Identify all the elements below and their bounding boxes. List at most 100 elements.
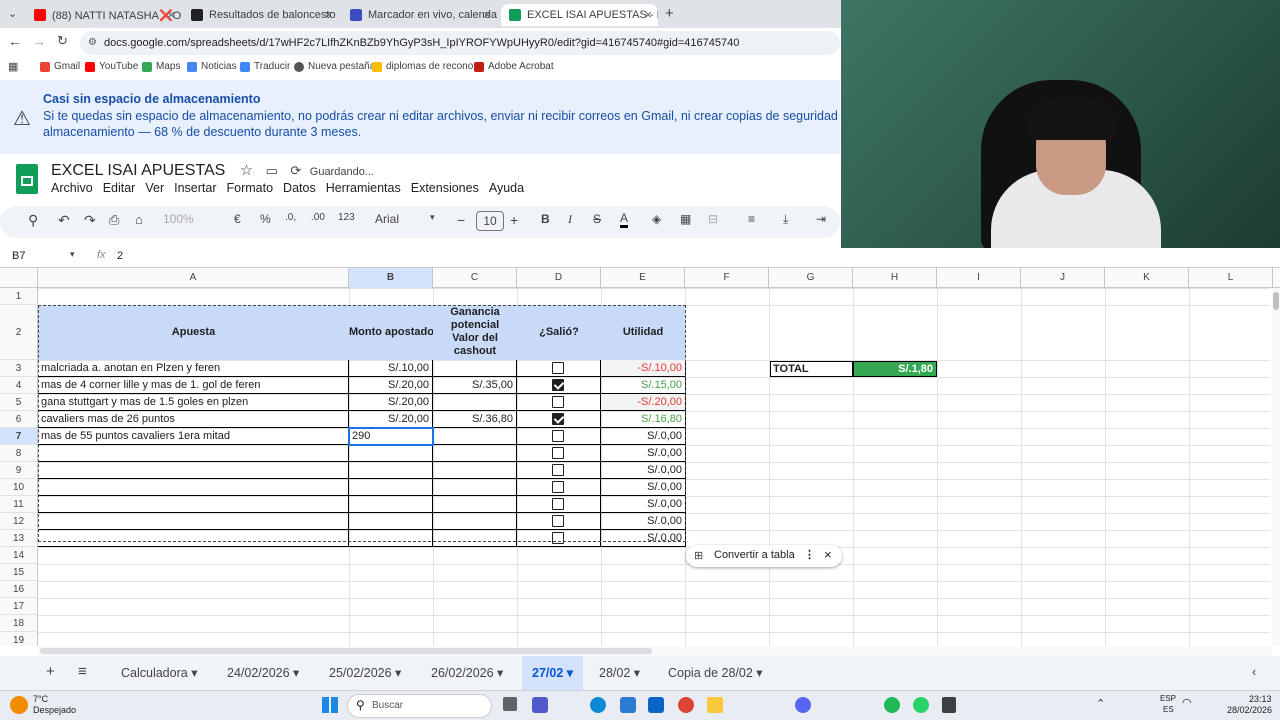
scrollbar-thumb[interactable] xyxy=(1273,292,1279,310)
fill-color-icon[interactable]: ◈ xyxy=(652,212,661,226)
undo-icon[interactable]: ↶ xyxy=(58,212,70,229)
name-box[interactable]: B7 xyxy=(12,250,25,262)
row-header[interactable]: 12 xyxy=(0,513,38,530)
bookmark-diplomas[interactable]: diplomas de recono... xyxy=(372,61,482,72)
chevron-down-icon[interactable]: ▾ xyxy=(430,212,435,223)
row-header[interactable]: 16 xyxy=(0,581,38,598)
convert-to-table-label[interactable]: Convertir a tabla xyxy=(714,549,795,561)
bookmark-maps[interactable]: Maps xyxy=(142,61,180,72)
col-header-b[interactable]: B xyxy=(349,268,433,288)
close-tab-icon[interactable]: × xyxy=(483,7,491,22)
menu-herramientas[interactable]: Herramientas xyxy=(326,181,401,195)
site-info-icon[interactable]: ⚙ xyxy=(88,31,97,55)
decrease-decimal-button[interactable]: .0, xyxy=(285,212,296,223)
weather-icon[interactable] xyxy=(10,696,28,714)
currency-button[interactable]: € xyxy=(234,212,241,226)
col-header-d[interactable]: D xyxy=(517,268,601,288)
row-header[interactable]: 15 xyxy=(0,564,38,581)
taskbar-search[interactable]: ⚲ Buscar xyxy=(347,694,492,718)
align-icon[interactable]: ≡ xyxy=(748,212,755,226)
row-header[interactable]: 8 xyxy=(0,445,38,462)
discord-icon[interactable] xyxy=(795,697,811,713)
row-header[interactable]: 13 xyxy=(0,530,38,547)
text-color-icon[interactable]: A xyxy=(620,212,629,228)
tray-chevron-icon[interactable]: ⌃ xyxy=(1096,697,1105,710)
all-sheets-icon[interactable]: ≡ xyxy=(78,663,87,680)
row-header[interactable]: 3 xyxy=(0,360,38,377)
print-icon[interactable]: ⎙ xyxy=(109,212,119,228)
sheet-grid[interactable]: 1 2 3 4 5 6 7 8 9 10 11 12 13 14 15 16 1… xyxy=(0,288,1272,646)
bookmark-nueva-pestana[interactable]: Nueva pestaña xyxy=(294,61,375,72)
clock-date[interactable]: 28/02/2026 xyxy=(1227,705,1272,715)
sheet-tab-24-02[interactable]: 24/02/2026 ▾ xyxy=(227,665,299,680)
col-header-i[interactable]: I xyxy=(937,268,1021,288)
menu-formato[interactable]: Formato xyxy=(227,181,274,195)
formula-input[interactable]: 2 xyxy=(117,250,123,262)
col-header-e[interactable]: E xyxy=(601,268,685,288)
increase-decimal-button[interactable]: .00 xyxy=(311,212,325,223)
more-options-icon[interactable]: ⋮ xyxy=(804,548,815,561)
menu-editar[interactable]: Editar xyxy=(103,181,136,195)
lang-indicator-2[interactable]: ES xyxy=(1163,705,1174,714)
col-header-f[interactable]: F xyxy=(685,268,769,288)
browser-tab-1[interactable]: (88) NATTI NATASHA❌Oz × xyxy=(26,4,181,26)
spotify-icon[interactable] xyxy=(884,697,900,713)
col-header-h[interactable]: H xyxy=(853,268,937,288)
zoom-select[interactable]: 100% xyxy=(163,212,194,226)
reload-icon[interactable]: ↻ xyxy=(57,33,68,49)
text-wrap-icon[interactable]: ⇥ xyxy=(816,212,826,226)
menu-ver[interactable]: Ver xyxy=(145,181,164,195)
sheet-tab-26-02[interactable]: 26/02/2026 ▾ xyxy=(431,665,503,680)
col-header-g[interactable]: G xyxy=(769,268,853,288)
col-header-k[interactable]: K xyxy=(1105,268,1189,288)
sheet-tab-copia[interactable]: Copia de 28/02 ▾ xyxy=(668,665,763,680)
merge-cells-icon[interactable]: ⊟ xyxy=(708,212,718,226)
wifi-icon[interactable]: ◠ xyxy=(1182,696,1192,709)
close-tab-icon[interactable]: × xyxy=(644,7,652,22)
row-header[interactable]: 14 xyxy=(0,547,38,564)
total-value[interactable]: S/.1,80 xyxy=(853,361,937,377)
lang-indicator-1[interactable]: ESP xyxy=(1160,694,1176,703)
menu-extensiones[interactable]: Extensiones xyxy=(411,181,479,195)
strikethrough-icon[interactable]: S xyxy=(593,212,601,226)
select-all-corner[interactable] xyxy=(0,268,38,288)
forward-icon[interactable]: → xyxy=(32,33,46,49)
font-size-input[interactable]: 10 xyxy=(476,211,504,231)
col-header-j[interactable]: J xyxy=(1021,268,1105,288)
row-header[interactable]: 11 xyxy=(0,496,38,513)
apps-grid-icon[interactable]: ▦ xyxy=(8,60,18,73)
sheets-logo-icon[interactable] xyxy=(16,164,38,194)
row-header[interactable]: 6 xyxy=(0,411,38,428)
add-sheet-icon[interactable]: + xyxy=(46,663,55,680)
valign-icon[interactable]: ⤓ xyxy=(783,212,788,227)
menu-insertar[interactable]: Insertar xyxy=(174,181,216,195)
menu-ayuda[interactable]: Ayuda xyxy=(489,181,524,195)
tab-list-icon[interactable]: ⌄ xyxy=(8,7,17,20)
row-header[interactable]: 7 xyxy=(0,428,38,445)
sheet-tab-calculadora[interactable]: Calculadora ▾ xyxy=(121,665,197,680)
browser-tab-2[interactable]: Resultados de baloncesto en v × xyxy=(183,4,338,26)
weather-desc[interactable]: Despejado xyxy=(33,705,76,715)
total-label[interactable]: TOTAL xyxy=(770,361,853,377)
italic-icon[interactable]: I xyxy=(568,212,572,227)
search-menus-icon[interactable]: ⚲ xyxy=(28,212,38,229)
url-input[interactable]: ⚙ docs.google.com/spreadsheets/d/17wHF2c… xyxy=(80,31,840,55)
row-header[interactable]: 17 xyxy=(0,598,38,615)
bookmark-noticias[interactable]: Noticias xyxy=(187,61,237,72)
sheet-tab-28-02[interactable]: 28/02 ▾ xyxy=(599,665,640,680)
explorer-icon[interactable] xyxy=(707,697,723,713)
row-header[interactable]: 2 xyxy=(0,305,38,360)
outlook-icon[interactable] xyxy=(648,697,664,713)
store-icon[interactable] xyxy=(620,697,636,713)
move-folder-icon[interactable]: ▭ xyxy=(266,163,278,178)
sheet-tab-25-02[interactable]: 25/02/2026 ▾ xyxy=(329,665,401,680)
bold-icon[interactable]: B xyxy=(541,212,550,226)
clock-time[interactable]: 23:13 xyxy=(1249,694,1272,704)
percent-button[interactable]: % xyxy=(260,212,271,226)
star-icon[interactable]: ☆ xyxy=(240,162,253,179)
row-header[interactable]: 10 xyxy=(0,479,38,496)
chrome-icon[interactable] xyxy=(678,697,694,713)
convert-to-table-chip[interactable]: ⊞ Convertir a tabla ⋮ × xyxy=(686,545,842,567)
close-icon[interactable]: × xyxy=(824,547,832,562)
menu-datos[interactable]: Datos xyxy=(283,181,316,195)
